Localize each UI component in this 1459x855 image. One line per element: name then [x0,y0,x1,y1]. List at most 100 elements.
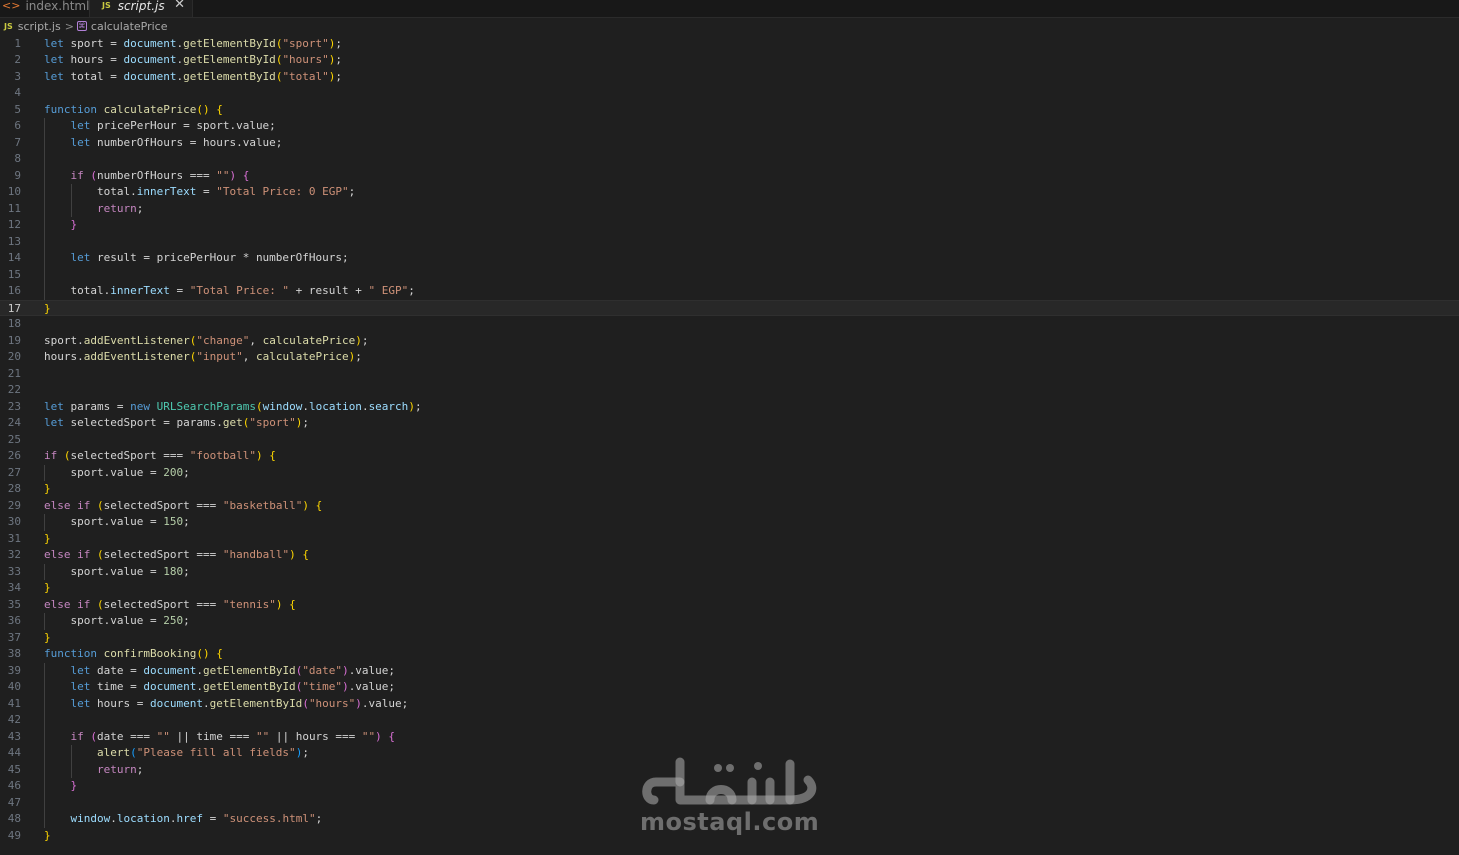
line-number: 21 [7,366,21,380]
code-line[interactable]: 40 let time = document.getElementById("t… [0,679,1459,696]
code-text: sport.value = 200; [44,465,190,479]
line-number: 7 [14,135,21,149]
line-number: 3 [14,69,21,83]
indent-guide [44,464,45,481]
code-line[interactable]: 35 else if (selectedSport === "tennis") { [0,597,1459,614]
code-line[interactable]: 16 total.innerText = "Total Price: " + r… [0,283,1459,300]
code-line[interactable]: 12 } [0,217,1459,234]
close-tab-icon[interactable]: ✕ [174,0,185,12]
indent-guide [71,745,72,778]
code-line[interactable]: 25 [0,432,1459,449]
line-number: 33 [7,564,21,578]
code-line[interactable]: 3 let total = document.getElementById("to… [0,69,1459,86]
line-number: 34 [7,581,21,594]
code-line[interactable]: 5 function calculatePrice() { [0,102,1459,119]
code-line[interactable]: 6 let pricePerHour = sport.value; [0,118,1459,135]
code-line[interactable]: 9 if (numberOfHours === "") { [0,168,1459,185]
code-line[interactable]: 42 [0,712,1459,729]
tab-label: index.html [25,0,90,13]
code-text: let selectedSport = params.get("sport"); [44,416,309,429]
code-line[interactable]: 8 [0,151,1459,168]
line-number: 23 [7,399,21,413]
code-text: let date = document.getElementById("date… [70,663,396,677]
code-line[interactable]: 36 sport.value = 250; [0,613,1459,630]
code-text: } [44,482,51,495]
code-line[interactable]: 20 hours.addEventListener("input", calcul… [0,349,1459,366]
code-editor[interactable]: 1 let sport = document.getElementById("sp… [0,35,1459,855]
code-text: window.location.href = "success.html"; [70,812,323,825]
code-line[interactable]: 22 [0,382,1459,399]
line-number: 30 [7,515,21,528]
code-line[interactable]: 29 else if (selectedSport === "basketball… [0,498,1459,515]
code-line[interactable]: 14 let result = pricePerHour * numberOfH… [0,250,1459,267]
code-text: let params = new URLSearchParams(window.… [44,399,422,413]
code-line[interactable]: 38 function confirmBooking() { [0,646,1459,663]
code-line[interactable]: 17} [0,299,1459,316]
line-number: 4 [14,86,21,99]
code-text: else if (selectedSport === "basketball")… [44,498,323,512]
line-number: 42 [7,713,21,726]
code-line[interactable]: 23 let params = new URLSearchParams(windo… [0,399,1459,416]
js-file-icon: JS [4,21,13,31]
indent-guide [44,613,45,630]
line-number: 10 [7,185,21,198]
code-line[interactable]: 10 total.innerText = "Total Price: 0 EGP… [0,184,1459,201]
code-line[interactable]: 15 [0,267,1459,284]
tab-label: script.js [117,0,165,13]
code-line[interactable]: 32 else if (selectedSport === "handball")… [0,547,1459,564]
code-text: total.innerText = "Total Price: 0 EGP"; [44,185,356,198]
code-line[interactable]: 1 let sport = document.getElementById("sp… [0,36,1459,53]
line-number: 31 [7,531,21,545]
code-line[interactable]: 28} [0,481,1459,498]
code-line[interactable]: 26 if (selectedSport === "football") { [0,448,1459,465]
code-text: if (selectedSport === "football") { [44,449,276,462]
line-number: 29 [7,498,21,512]
tab-script-js[interactable]: JS script.js ✕ [90,0,193,17]
code-line[interactable]: 27 sport.value = 200; [0,465,1459,482]
code-line[interactable]: 19 sport.addEventListener("change", calcu… [0,333,1459,350]
code-text: let total = document.getElementById("tot… [44,69,343,83]
code-text: sport.value = 150; [44,515,190,528]
breadcrumb-file[interactable]: script.js [18,20,61,33]
code-line[interactable]: 7 let numberOfHours = hours.value; [0,135,1459,152]
code-line[interactable]: 18 [0,316,1459,333]
tab-index-html[interactable]: <> index.html [0,0,90,17]
code-line[interactable]: 41 let hours = document.getElementById("… [0,696,1459,713]
line-number: 37 [7,630,21,644]
code-line[interactable]: 33 sport.value = 180; [0,564,1459,581]
line-number: 47 [7,795,21,809]
code-text: sport.value = 250; [44,614,190,627]
code-line[interactable]: 30 sport.value = 150; [0,514,1459,531]
code-line[interactable]: 43 if (date === "" || time === "" || hou… [0,729,1459,746]
code-line[interactable]: 24 let selectedSport = params.get("sport"… [0,415,1459,432]
code-line[interactable]: 11 return; [0,201,1459,218]
code-text: function confirmBooking() { [44,647,223,660]
code-line[interactable]: 39 let date = document.getElementById("d… [0,663,1459,680]
code-line[interactable]: 2 let hours = document.getElementById("ho… [0,52,1459,69]
code-text: } [44,301,51,315]
code-line[interactable]: 4 [0,85,1459,102]
code-line[interactable]: 13 [0,234,1459,251]
line-number: 35 [7,597,21,611]
line-number: 39 [7,663,21,677]
indent-guide [44,563,45,580]
code-text: else if (selectedSport === "handball") { [44,548,309,561]
line-number: 8 [14,152,21,165]
line-number: 2 [14,53,21,66]
code-line[interactable]: 21 [0,366,1459,383]
line-number: 26 [7,449,21,462]
code-line[interactable]: 31} [0,531,1459,548]
line-number: 12 [7,218,21,231]
code-text: sport.value = 180; [44,564,190,578]
line-number: 43 [7,729,21,743]
line-number: 38 [7,647,21,660]
code-line[interactable]: 34} [0,580,1459,597]
code-text: } [44,531,51,545]
code-line[interactable]: 37} [0,630,1459,647]
line-number: 41 [7,696,21,710]
line-number: 11 [7,201,21,215]
mostaql-logo [642,757,817,805]
line-number: 18 [7,317,21,330]
js-file-icon: JS [102,1,111,10]
breadcrumb-symbol[interactable]: calculatePrice [91,20,168,33]
